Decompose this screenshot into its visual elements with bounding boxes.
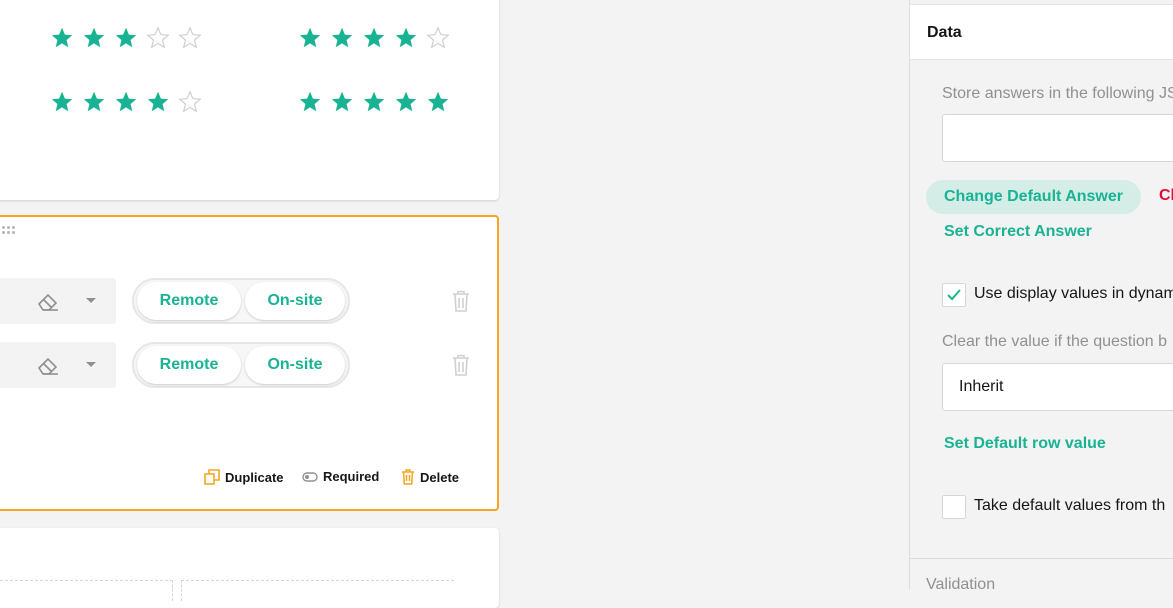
trash-icon[interactable] [451, 354, 471, 376]
star-icon[interactable] [394, 90, 418, 114]
chevron-down-icon[interactable] [86, 362, 96, 367]
duplicate-icon [204, 469, 220, 485]
star-icon[interactable] [426, 90, 450, 114]
clear-value-select[interactable]: Inherit [942, 363, 1173, 411]
trash-icon[interactable] [451, 290, 471, 312]
star-icon[interactable] [298, 90, 322, 114]
star-icon[interactable] [298, 26, 322, 50]
store-answers-input[interactable] [942, 114, 1173, 162]
required-toggle[interactable]: Required [302, 469, 379, 484]
checkmark-icon [947, 289, 961, 301]
take-default-values-checkbox[interactable] [942, 495, 966, 519]
take-default-values-label: Take default values from th [974, 497, 1166, 514]
set-correct-answer-link[interactable]: Set Correct Answer [944, 223, 1092, 241]
validation-section-header[interactable]: Validation [926, 576, 995, 594]
required-label: Required [323, 469, 380, 484]
dashed-placeholder [0, 580, 173, 601]
remote-option-button[interactable]: Remote [137, 282, 241, 320]
star-icon[interactable] [178, 90, 202, 114]
star-icon[interactable] [330, 90, 354, 114]
select-value: Inherit [959, 378, 1004, 395]
row-2-dropdown[interactable] [0, 342, 116, 388]
eraser-icon[interactable] [36, 355, 60, 375]
star-icon[interactable] [146, 26, 170, 50]
row-1-button-group: Remote On-site [132, 278, 350, 324]
onsite-option-button[interactable]: On-site [245, 346, 345, 384]
star-icon[interactable] [50, 90, 74, 114]
eraser-icon[interactable] [36, 291, 60, 311]
star-icon[interactable] [178, 26, 202, 50]
duplicate-label: Duplicate [225, 469, 284, 485]
drag-handle-icon[interactable] [2, 226, 20, 238]
trash-icon [402, 469, 414, 485]
chevron-down-icon[interactable] [86, 298, 96, 303]
clear-button[interactable]: Cl [1159, 187, 1173, 205]
star-icon[interactable] [362, 26, 386, 50]
use-display-values-checkbox[interactable] [942, 283, 966, 307]
duplicate-action[interactable]: Duplicate [204, 469, 284, 485]
onsite-option-button[interactable]: On-site [245, 282, 345, 320]
star-icon[interactable] [82, 90, 106, 114]
delete-label: Delete [420, 469, 460, 485]
remote-option-button[interactable]: Remote [137, 346, 241, 384]
section-title: Data [927, 24, 962, 41]
star-icon[interactable] [82, 26, 106, 50]
property-grid-panel: Data Store answers in the following JS C… [909, 0, 1173, 593]
rating-stars-row-2-right[interactable] [298, 90, 450, 114]
data-section-header[interactable]: Data [910, 4, 1173, 60]
change-default-answer-button[interactable]: Change Default Answer [926, 180, 1141, 214]
delete-action[interactable]: Delete [401, 469, 459, 485]
star-icon[interactable] [114, 26, 138, 50]
clear-value-label: Clear the value if the question b [942, 333, 1168, 350]
store-answers-label: Store answers in the following JS [942, 85, 1173, 102]
star-icon[interactable] [114, 90, 138, 114]
star-icon[interactable] [330, 26, 354, 50]
star-icon[interactable] [362, 90, 386, 114]
star-icon[interactable] [50, 26, 74, 50]
dashed-placeholder [181, 580, 454, 601]
rating-stars-row-1-right[interactable] [298, 26, 450, 50]
star-icon[interactable] [146, 90, 170, 114]
star-icon[interactable] [426, 26, 450, 50]
set-default-row-value-link[interactable]: Set Default row value [944, 435, 1106, 453]
row-2-button-group: Remote On-site [132, 342, 350, 388]
toggle-icon [302, 471, 318, 482]
star-icon[interactable] [394, 26, 418, 50]
divider [910, 558, 1173, 559]
use-display-values-label: Use display values in dynam [974, 285, 1173, 302]
rating-stars-row-1-left[interactable] [50, 26, 202, 50]
rating-stars-row-2-left[interactable] [50, 90, 202, 114]
row-1-dropdown[interactable] [0, 278, 116, 324]
